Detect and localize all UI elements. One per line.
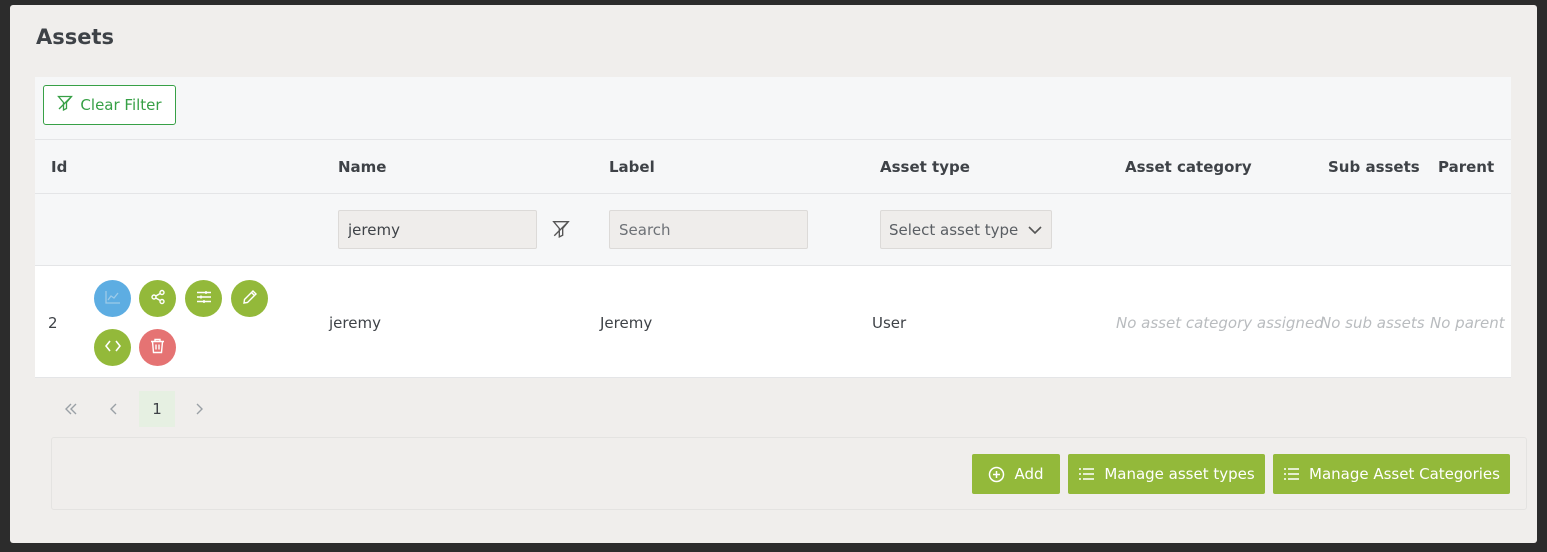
edit-button[interactable] bbox=[231, 280, 268, 317]
chart-button[interactable] bbox=[94, 280, 131, 317]
delete-button[interactable] bbox=[139, 329, 176, 366]
code-button[interactable] bbox=[94, 329, 131, 366]
chevron-left-icon bbox=[110, 403, 117, 415]
filter-clear-icon bbox=[57, 95, 74, 115]
column-header-name[interactable]: Name bbox=[338, 158, 386, 176]
label-search-input[interactable] bbox=[609, 210, 808, 249]
chevron-right-icon bbox=[196, 403, 203, 415]
column-header-id[interactable]: Id bbox=[51, 158, 67, 176]
sliders-icon bbox=[196, 289, 212, 309]
manage-asset-categories-label: Manage Asset Categories bbox=[1309, 465, 1500, 483]
share-button[interactable] bbox=[139, 280, 176, 317]
double-chevron-left-icon bbox=[65, 403, 77, 415]
row-label: Jeremy bbox=[600, 314, 653, 332]
row-asset-type: User bbox=[872, 314, 907, 332]
row-parent: No parent bbox=[1430, 314, 1505, 332]
chevron-down-icon bbox=[1027, 221, 1043, 239]
row-name: jeremy bbox=[329, 314, 381, 332]
row-id: 2 bbox=[48, 314, 58, 332]
trash-icon bbox=[150, 338, 165, 358]
page-title: Assets bbox=[36, 25, 115, 49]
settings-button[interactable] bbox=[185, 280, 222, 317]
prev-page-button[interactable] bbox=[96, 391, 132, 427]
manage-asset-types-label: Manage asset types bbox=[1104, 465, 1255, 483]
share-icon bbox=[150, 289, 166, 309]
row-sub-assets: No sub assets bbox=[1320, 314, 1425, 332]
assets-card: Assets Clear Filter Id Name Label Asset … bbox=[10, 5, 1537, 543]
clear-filter-label: Clear Filter bbox=[80, 96, 162, 114]
asset-type-select[interactable]: Select asset type bbox=[880, 210, 1052, 249]
row-asset-category: No asset category assigned bbox=[1116, 314, 1324, 332]
list-icon bbox=[1284, 468, 1299, 480]
column-header-sub-assets[interactable]: Sub assets bbox=[1328, 158, 1420, 176]
assets-table: Clear Filter Id Name Label Asset type As… bbox=[35, 77, 1511, 378]
page-button-1[interactable]: 1 bbox=[139, 391, 175, 427]
filter-row: Select asset type bbox=[35, 194, 1511, 266]
manage-asset-categories-button[interactable]: Manage Asset Categories bbox=[1273, 454, 1510, 494]
clear-filter-button[interactable]: Clear Filter bbox=[43, 85, 176, 125]
plus-circle-icon bbox=[989, 466, 1005, 482]
add-button[interactable]: Add bbox=[972, 454, 1060, 494]
column-header-asset-type[interactable]: Asset type bbox=[880, 158, 970, 176]
column-header-parent[interactable]: Parent bbox=[1438, 158, 1494, 176]
asset-type-select-placeholder: Select asset type bbox=[889, 220, 1019, 239]
next-page-button[interactable] bbox=[181, 391, 217, 427]
table-header-row: Id Name Label Asset type Asset category … bbox=[35, 140, 1511, 194]
pencil-icon bbox=[242, 289, 258, 309]
manage-asset-types-button[interactable]: Manage asset types bbox=[1068, 454, 1265, 494]
filter-clear-icon[interactable] bbox=[552, 220, 570, 238]
add-button-label: Add bbox=[1014, 465, 1044, 483]
column-header-label[interactable]: Label bbox=[609, 158, 655, 176]
list-icon bbox=[1079, 468, 1095, 480]
chart-icon bbox=[104, 289, 121, 308]
first-page-button[interactable] bbox=[53, 391, 89, 427]
table-toolbar: Clear Filter bbox=[35, 77, 1511, 140]
code-icon bbox=[104, 338, 121, 357]
table-row: 2 jeremy Jeremy User No asset category a… bbox=[35, 266, 1511, 378]
footer-actions-panel: Add Manage asset types Manage Asset Cate… bbox=[51, 437, 1527, 510]
column-header-asset-category[interactable]: Asset category bbox=[1125, 158, 1252, 176]
name-filter-input[interactable] bbox=[338, 210, 537, 249]
